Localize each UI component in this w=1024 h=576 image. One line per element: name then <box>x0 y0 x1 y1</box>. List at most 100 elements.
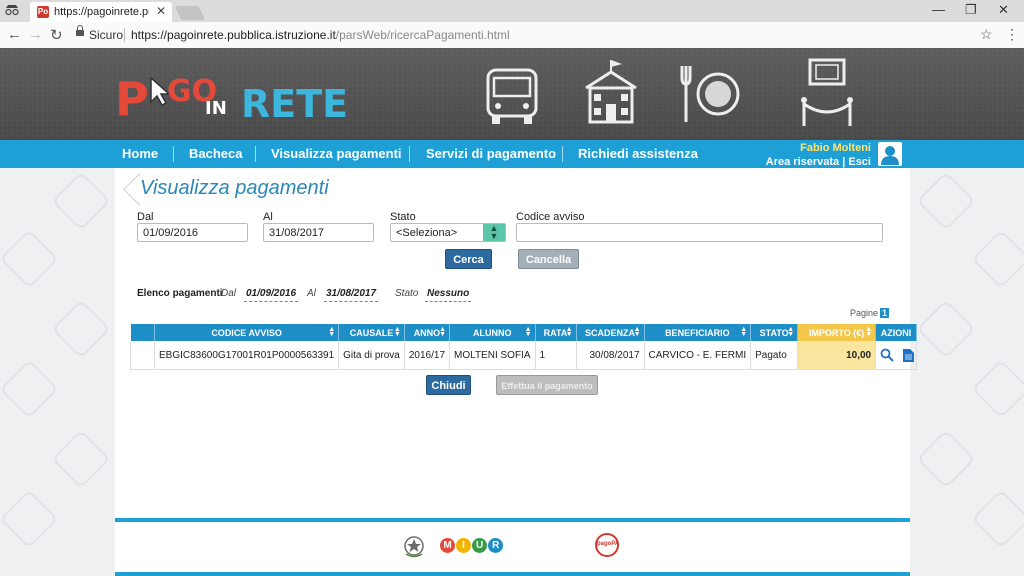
col-rata[interactable]: RATA ▲ ▼ <box>535 324 577 341</box>
nav-visualizza-pagamenti[interactable]: Visualizza pagamenti <box>271 146 402 161</box>
col-anno[interactable]: ANNO ▲ ▼ <box>404 324 451 341</box>
window-close-icon[interactable]: ✕ <box>998 2 1009 18</box>
cell-beneficiario: CARVICO - E. FERMI <box>644 341 752 370</box>
payments-table: CODICE AVVISO ▲ ▼ CAUSALE ▲ ▼ ANNO ▲ ▼ ALUNNO ▲… <box>130 324 917 370</box>
header-label: CAUSALE <box>349 327 394 338</box>
maximize-icon[interactable]: ❐ <box>965 2 977 18</box>
pagopa-text: pagoPA <box>597 541 620 547</box>
cell-rata: 1 <box>535 341 577 370</box>
star-icon[interactable]: ☆ <box>980 26 993 43</box>
col-importo[interactable]: IMPORTO (€) ▲ ▼ <box>797 324 877 341</box>
user-area-link[interactable]: Area riservata | Esci <box>766 155 871 169</box>
favicon-icon: Po <box>37 6 49 18</box>
summary-label: Elenco pagamenti <box>137 288 223 299</box>
miur-letter: R <box>488 538 504 553</box>
main-navbar: Home Bacheca Visualizza pagamenti Serviz… <box>0 140 1024 168</box>
dining-icon <box>680 66 740 122</box>
right-background-pattern <box>910 168 1024 576</box>
chiudi-button[interactable]: Chiudi <box>426 375 471 395</box>
museum-icon <box>801 58 853 126</box>
nav-bacheca[interactable]: Bacheca <box>189 146 242 161</box>
miur-letter: U <box>472 538 488 553</box>
summary-stato-label: Stato <box>395 288 419 299</box>
sort-icon: ▲ ▼ <box>439 326 447 338</box>
sort-icon: ▲ ▼ <box>865 326 873 338</box>
document-icon[interactable] <box>902 348 914 362</box>
al-input[interactable]: 31/08/2017 <box>263 223 374 242</box>
col-beneficiario[interactable]: BENEFICIARIO ▲ ▼ <box>644 324 752 341</box>
row-select-cell[interactable] <box>130 341 155 370</box>
school-icon <box>585 60 637 124</box>
tab-close-icon[interactable]: ✕ <box>156 4 166 18</box>
site-header: P GO IN RETE <box>0 48 1024 140</box>
cell-codice: EBGIC83600G17001R01P0000563391 <box>154 341 340 370</box>
reload-icon[interactable]: ↻ <box>50 26 63 44</box>
stato-select-value: <Seleziona> <box>396 227 458 239</box>
col-codice-avviso[interactable]: CODICE AVVISO ▲ ▼ <box>154 324 340 341</box>
effettua-pagamento-button[interactable]: Effettua il pagamento <box>496 375 598 395</box>
nav-divider <box>255 146 256 162</box>
browser-tab-bar: Po https://pagoinrete.pubbli ✕ — ❐ ✕ <box>0 0 1024 22</box>
browser-tab[interactable]: Po https://pagoinrete.pubbli ✕ <box>30 2 172 22</box>
minimize-icon[interactable]: — <box>932 2 945 17</box>
footer-bottom-bar <box>115 572 910 576</box>
url-path: /parsWeb/ricercaPagamenti.html <box>335 28 510 42</box>
al-label: Al <box>263 211 273 223</box>
bus-icon <box>486 68 538 124</box>
search-icon[interactable] <box>880 348 894 362</box>
nav-home[interactable]: Home <box>122 146 158 161</box>
nav-richiedi-assistenza[interactable]: Richiedi assistenza <box>578 146 698 161</box>
table-header-row: CODICE AVVISO ▲ ▼ CAUSALE ▲ ▼ ANNO ▲ ▼ ALUNNO ▲… <box>130 324 917 341</box>
miur-letter: I <box>456 538 472 553</box>
forward-icon[interactable]: → <box>28 26 43 43</box>
logo-in: IN <box>205 98 227 119</box>
header-label: CODICE AVVISO <box>211 327 282 338</box>
summary-dal-value: 01/09/2016 <box>244 288 299 302</box>
nav-divider <box>562 146 563 162</box>
menu-icon[interactable]: ⋮ <box>1005 26 1019 43</box>
table-row[interactable]: EBGIC83600G17001R01P0000563391 Gita di p… <box>130 341 917 370</box>
cerca-button[interactable]: Cerca <box>445 249 492 269</box>
codice-label: Codice avviso <box>516 211 585 223</box>
dal-input[interactable]: 01/09/2016 <box>137 223 248 242</box>
incognito-icon <box>5 5 19 16</box>
header-label: IMPORTO (€) <box>808 327 865 338</box>
footer-top-bar <box>115 518 910 522</box>
sort-icon: ▲ ▼ <box>524 326 532 338</box>
url-field[interactable]: https://pagoinrete.pubblica.istruzione.i… <box>131 28 510 42</box>
summary-dal-label: Dal <box>221 288 237 299</box>
cell-causale: Gita di prova <box>338 341 405 370</box>
codice-avviso-input[interactable] <box>516 223 883 242</box>
col-stato[interactable]: STATO ▲ ▼ <box>750 324 799 341</box>
url-host: https://pagoinrete.pubblica.istruzione.i… <box>131 28 336 42</box>
col-select-header <box>130 324 155 341</box>
cancella-button[interactable]: Cancella <box>518 249 579 269</box>
cell-importo: 10,00 <box>797 341 877 370</box>
summary-al-value: 31/08/2017 <box>324 288 379 302</box>
user-info: Fabio Molteni Area riservata | Esci <box>766 141 871 169</box>
page-title: Visualizza pagamenti <box>140 177 329 199</box>
pager-label: Pagine <box>850 308 879 318</box>
col-alunno[interactable]: ALUNNO ▲ ▼ <box>449 324 536 341</box>
cell-azioni <box>875 341 917 370</box>
pagopa-logo: pagoPA <box>595 533 619 557</box>
nav-servizi-pagamento[interactable]: Servizi di pagamento <box>426 146 556 161</box>
col-azioni: AZIONI <box>875 324 917 341</box>
sort-icon: ▲ ▼ <box>740 326 748 338</box>
pager: Pagine 1 <box>850 308 890 318</box>
header-label: ANNO <box>413 327 441 338</box>
back-icon[interactable]: ← <box>7 26 22 43</box>
header-label: RATA <box>543 327 568 338</box>
repubblica-emblem-icon <box>404 536 424 558</box>
left-background-pattern <box>0 168 115 576</box>
header-label: SCADENZA <box>585 327 636 338</box>
summary-stato-value: Nessuno <box>425 288 472 302</box>
col-causale[interactable]: CAUSALE ▲ ▼ <box>338 324 405 341</box>
col-scadenza[interactable]: SCADENZA ▲ ▼ <box>576 324 645 341</box>
stato-select[interactable]: <Seleziona> ▲ ▼ <box>390 223 506 242</box>
user-avatar-icon[interactable] <box>878 142 902 166</box>
new-tab-button[interactable] <box>174 6 206 20</box>
logo-p: P <box>115 72 149 126</box>
header-label: STATO <box>759 327 789 338</box>
pager-page-1[interactable]: 1 <box>880 308 890 318</box>
